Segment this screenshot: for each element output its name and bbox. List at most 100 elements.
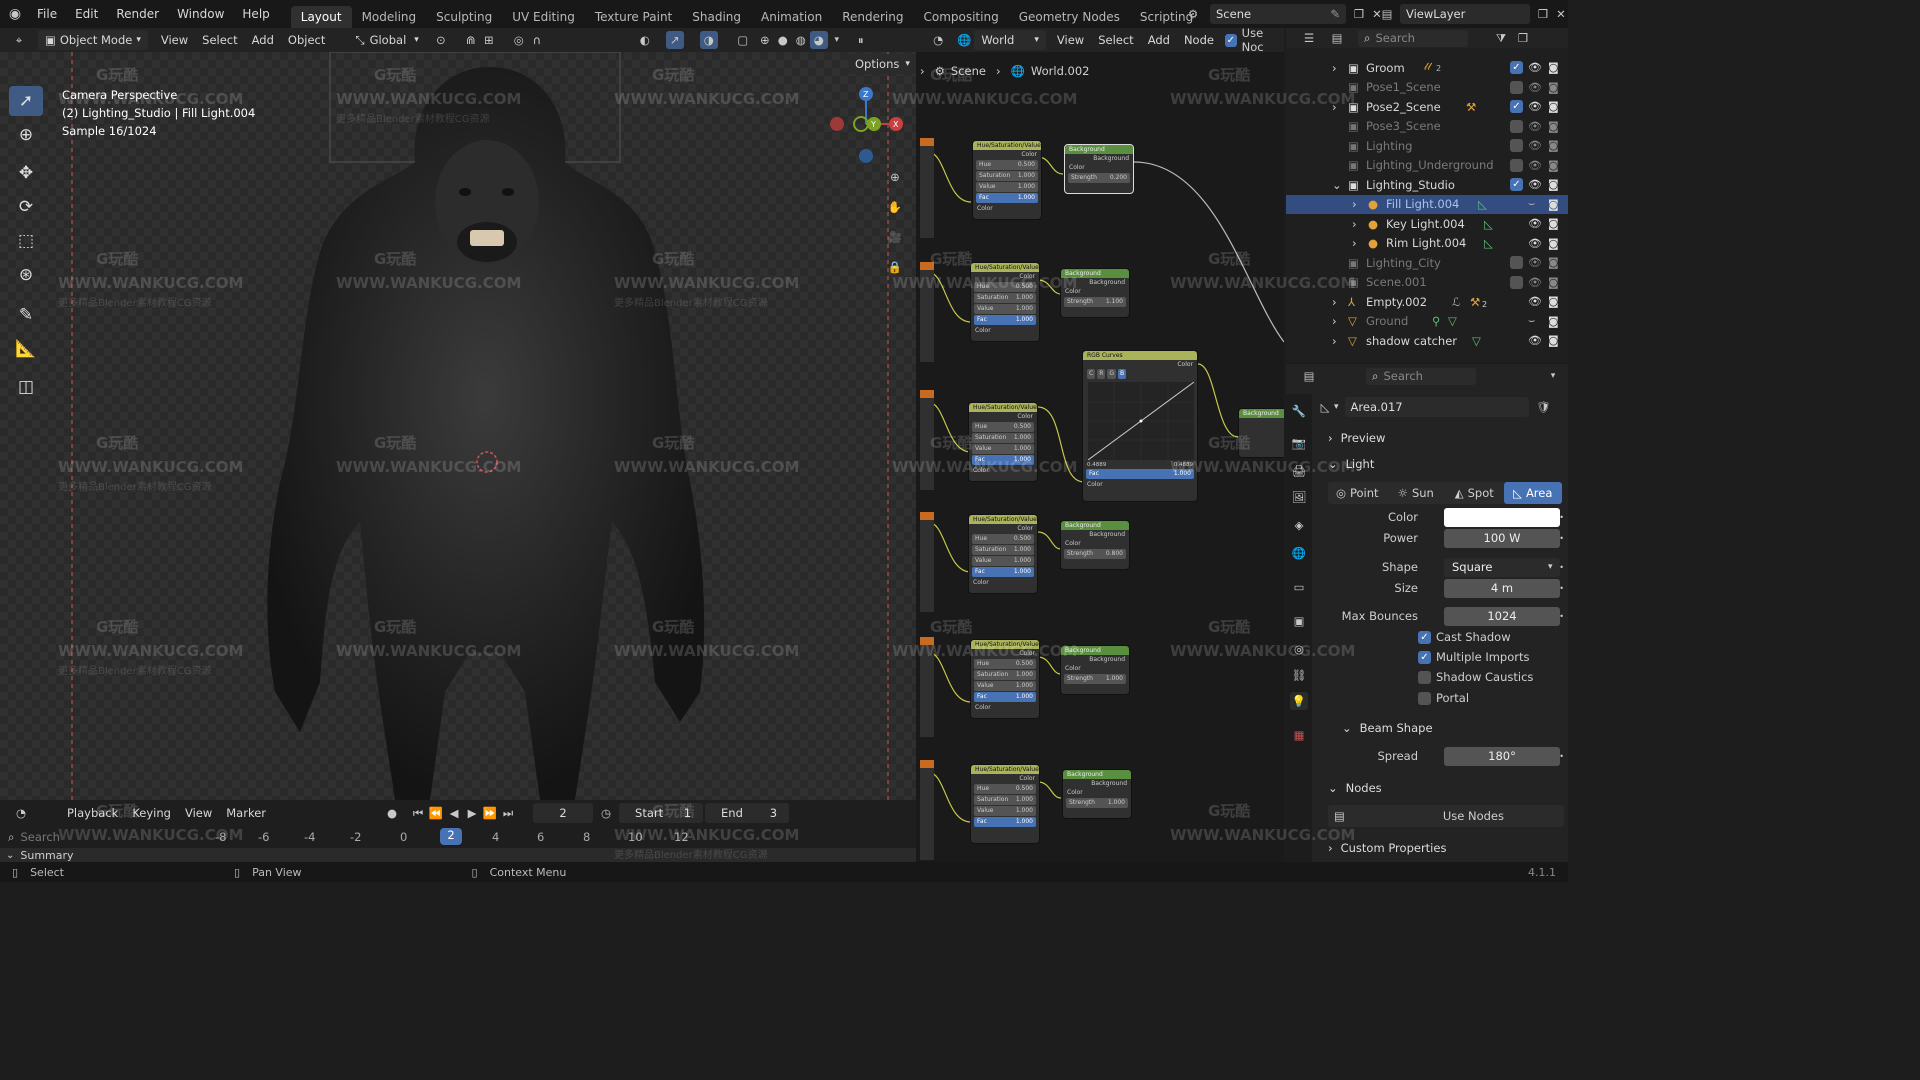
- fac-field[interactable]: Fac 1.000: [972, 567, 1034, 577]
- material-shading-icon[interactable]: ◍: [792, 31, 810, 49]
- include-checkbox[interactable]: [1510, 158, 1523, 172]
- falloff-icon[interactable]: ∩: [528, 31, 546, 49]
- node-editor-type-icon[interactable]: ◔: [930, 31, 946, 49]
- chevron-down-icon[interactable]: ⌄: [1332, 178, 1342, 192]
- properties-editor[interactable]: ▤ ⌕ Search ▾ 🔧 📷 🖨 🖼 ◈ 🌐 ▭ ▣ ◎ ⛓ 💡 ▦ ◺ ▾…: [1286, 364, 1568, 862]
- eye-hidden-icon[interactable]: ⌣: [1528, 314, 1535, 328]
- scene-icon[interactable]: ⚙: [1184, 5, 1202, 23]
- light-type-spot[interactable]: ◭ Spot: [1445, 482, 1504, 504]
- outliner-row-scene-001[interactable]: ▣ Scene.001 👁 ◙: [1286, 273, 1568, 293]
- shadow-caustics-row[interactable]: Shadow Caustics: [1418, 666, 1564, 688]
- eye-icon[interactable]: 👁: [1528, 81, 1542, 94]
- include-checkbox[interactable]: ✓: [1510, 100, 1523, 113]
- use-nodes-button[interactable]: ▤ Use Nodes: [1328, 805, 1564, 827]
- outliner-row-groom[interactable]: › ▣ Groom 𝓁𝓁 2 ✓ 👁 ◙: [1286, 58, 1568, 78]
- move-tool[interactable]: ✥: [9, 158, 43, 188]
- playhead[interactable]: 2: [440, 828, 462, 845]
- outliner-row-pose2[interactable]: › ▣ Pose2_Scene ⚒ ✓ 👁 ◙: [1286, 97, 1568, 117]
- menu-window[interactable]: Window: [168, 7, 233, 21]
- view-layer-icon[interactable]: ▤: [1378, 5, 1396, 23]
- ne-menu-node[interactable]: Node: [1177, 30, 1221, 50]
- texture-tab-icon[interactable]: ▦: [1290, 726, 1308, 744]
- outliner-row-ground[interactable]: › ▽ Ground ⚲ ▽ ⌣ ◙: [1286, 312, 1568, 332]
- transform-orientation-dropdown[interactable]: ⤡ Global ▾: [348, 30, 425, 50]
- auto-keying-icon[interactable]: ●: [383, 804, 401, 822]
- channel-c-button[interactable]: C: [1087, 369, 1096, 379]
- timeline[interactable]: ◔ Playback Keying View Marker ● ⏮ ⏪ ◀ ▶ …: [0, 800, 916, 862]
- camera-icon[interactable]: ◙: [1548, 334, 1559, 347]
- transform-tool[interactable]: ⊛: [9, 260, 43, 290]
- spread-field[interactable]: 180°: [1444, 746, 1560, 766]
- object-mode-dropdown[interactable]: ▣ Object Mode ▾: [38, 30, 148, 50]
- hue-field[interactable]: Hue 0.500: [974, 784, 1036, 794]
- outliner-row-key-light[interactable]: › ● Key Light.004 ◺ 👁 ◙: [1286, 214, 1568, 234]
- clock-icon[interactable]: ◷: [597, 804, 615, 822]
- shadow-caustics-checkbox[interactable]: [1418, 670, 1431, 684]
- overlay-icon[interactable]: ◑: [699, 31, 718, 49]
- background-node[interactable]: Background Background Color Strength 0.80…: [1060, 520, 1130, 570]
- rendered-shading-icon[interactable]: ◕: [809, 31, 828, 49]
- blender-logo-icon[interactable]: ◉: [6, 5, 24, 23]
- clipped-node[interactable]: [920, 512, 934, 612]
- world-icon[interactable]: 🌐: [956, 31, 972, 49]
- camera-icon[interactable]: ◙: [1548, 81, 1559, 94]
- camera-icon[interactable]: ◙: [1548, 315, 1559, 328]
- channel-g-button[interactable]: G: [1107, 369, 1117, 379]
- output-tab-icon[interactable]: 🖨: [1290, 462, 1308, 480]
- tab-rendering[interactable]: Rendering: [832, 6, 913, 28]
- include-checkbox[interactable]: [1510, 80, 1523, 94]
- outliner[interactable]: ☰ ▤ ⌕ Search ⧩ ❐ › ▣ Groom 𝓁𝓁 2 ✓ 👁 ◙ ▣ …: [1286, 28, 1568, 362]
- saturation-field[interactable]: Saturation 1.000: [974, 293, 1036, 303]
- zoom-icon[interactable]: ⊕: [886, 168, 904, 186]
- hue-field[interactable]: Hue 0.500: [974, 659, 1036, 669]
- chevron-right-icon[interactable]: ›: [1352, 197, 1357, 211]
- rgb-curves-node[interactable]: RGB Curves Color C R G B 0.4889 0.4889 F…: [1082, 350, 1198, 502]
- outliner-row-shadow-catcher[interactable]: › ▽ shadow catcher ▽ 👁 ◙: [1286, 331, 1568, 351]
- new-collection-icon[interactable]: ❐: [1514, 29, 1532, 47]
- cast-shadow-row[interactable]: ✓ Cast Shadow: [1418, 626, 1564, 648]
- eye-icon[interactable]: 👁: [1528, 100, 1542, 113]
- shader-type-dropdown[interactable]: World ▾: [974, 30, 1046, 50]
- eye-icon[interactable]: 👁: [1528, 276, 1542, 289]
- keyframe-dot-icon[interactable]: •: [1559, 584, 1564, 593]
- clipped-node[interactable]: [920, 760, 934, 860]
- tool-tab-icon[interactable]: 🔧: [1290, 402, 1308, 420]
- curve-graph[interactable]: [1087, 381, 1195, 461]
- snap-target-icon[interactable]: ⊞: [480, 31, 498, 49]
- measure-tool[interactable]: 📐: [9, 334, 43, 364]
- value-field[interactable]: Value 1.000: [974, 304, 1036, 314]
- value-field[interactable]: Value 1.000: [974, 806, 1036, 816]
- include-checkbox[interactable]: [1510, 139, 1523, 152]
- chevron-right-icon[interactable]: ›: [1352, 217, 1357, 231]
- background-node[interactable]: Background Background Color Strength 1.10…: [1060, 268, 1130, 318]
- camera-icon[interactable]: ◙: [1548, 120, 1559, 133]
- size-field[interactable]: 4 m: [1444, 578, 1560, 598]
- background-node[interactable]: Background Background Color Strength 1.00…: [1060, 645, 1130, 695]
- keyframe-dot-icon[interactable]: •: [1559, 752, 1564, 761]
- hue-field[interactable]: Hue 0.500: [972, 534, 1034, 544]
- menu-keying[interactable]: Keying: [125, 803, 178, 823]
- keyframe-dot-icon[interactable]: •: [1559, 534, 1564, 543]
- chevron-right-icon[interactable]: ›: [1332, 314, 1337, 328]
- scale-tool[interactable]: ⬚: [9, 226, 43, 256]
- play-icon[interactable]: ▶: [463, 804, 481, 822]
- outliner-row-fill-light[interactable]: › ● Fill Light.004 ◺ ⌣ ◙: [1286, 194, 1568, 214]
- include-checkbox[interactable]: ✓: [1510, 61, 1523, 74]
- outliner-row-empty[interactable]: › ⅄ Empty.002 ℒ ⚒ 2 👁 ◙: [1286, 292, 1568, 312]
- snap-icon[interactable]: ⋒: [462, 31, 480, 49]
- use-nodes-checkbox[interactable]: ✓: [1224, 33, 1237, 47]
- keyframe-dot-icon[interactable]: •: [1559, 563, 1564, 572]
- menu-help[interactable]: Help: [233, 7, 278, 21]
- shading-options-icon[interactable]: ▾: [828, 31, 846, 49]
- rgb-fac-field[interactable]: Fac 1.000: [1086, 469, 1194, 479]
- outliner-row-rim-light[interactable]: › ● Rim Light.004 ◺ 👁 ◙: [1286, 234, 1568, 254]
- camera-icon[interactable]: ◙: [1548, 61, 1559, 74]
- camera-view-icon[interactable]: 🎥: [886, 228, 904, 246]
- timeline-ruler[interactable]: ⌕ Search -8 -6 -4 -2 0 2 4 6 8 10 12: [0, 828, 916, 846]
- fac-field[interactable]: Fac 1.000: [974, 692, 1036, 702]
- include-checkbox[interactable]: [1510, 119, 1523, 133]
- camera-icon[interactable]: ◙: [1548, 139, 1559, 152]
- filter-icon[interactable]: ⧩: [1492, 29, 1510, 47]
- saturation-field[interactable]: Saturation 1.000: [974, 795, 1036, 805]
- properties-search[interactable]: ⌕ Search: [1366, 367, 1476, 385]
